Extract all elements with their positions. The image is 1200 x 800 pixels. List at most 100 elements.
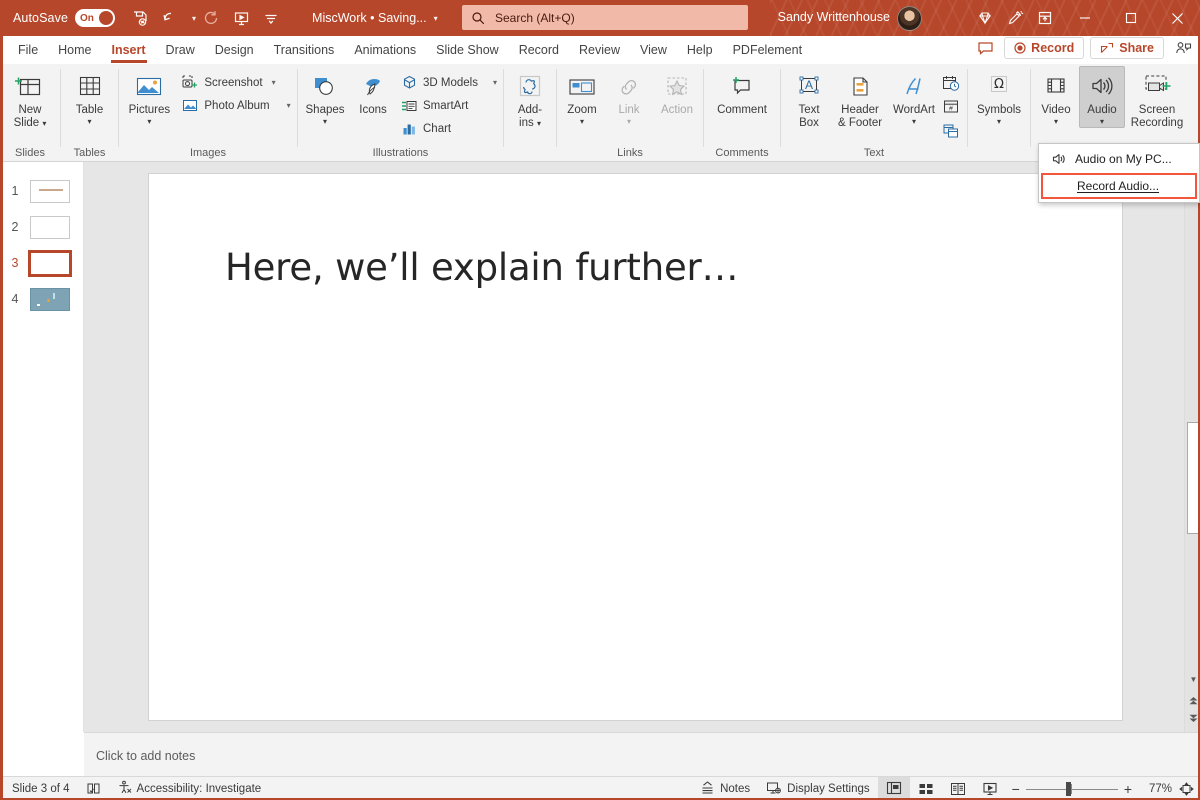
wordart-dropdown-caret[interactable]: ▾ <box>912 117 916 127</box>
shapes-button[interactable]: Shapes ▾ <box>300 66 350 128</box>
tab-file[interactable]: File <box>8 36 48 64</box>
icons-button[interactable]: Icons <box>350 66 396 118</box>
tab-insert[interactable]: Insert <box>102 36 156 64</box>
video-dropdown-caret[interactable]: ▾ <box>1054 117 1058 127</box>
display-settings-button[interactable]: Display Settings <box>758 777 877 800</box>
notes-pane[interactable]: Click to add notes <box>84 732 1200 776</box>
zoom-dropdown-caret[interactable]: ▾ <box>580 117 584 127</box>
zoom-slider-track <box>1025 788 1118 790</box>
screenshot-button[interactable]: Screenshot ▾ <box>177 71 294 94</box>
comment-button[interactable]: Comment <box>707 66 777 118</box>
new-slide-button[interactable]: New Slide ▾ <box>7 66 53 131</box>
tab-animations[interactable]: Animations <box>344 36 426 64</box>
slide-thumbnail-2[interactable]: 2 <box>0 210 84 244</box>
comment-icon[interactable] <box>972 37 998 59</box>
tab-review[interactable]: Review <box>569 36 630 64</box>
zoom-percent[interactable]: 77% <box>1138 783 1172 795</box>
video-button[interactable]: Video ▾ <box>1033 66 1079 128</box>
symbols-dropdown-caret[interactable]: ▾ <box>997 117 1001 127</box>
tab-help[interactable]: Help <box>677 36 723 64</box>
text-box-button[interactable]: A Text Box <box>786 66 832 131</box>
smartart-button[interactable]: SmartArt <box>396 94 501 117</box>
zoom-button[interactable]: Zoom ▾ <box>558 66 606 128</box>
add-ins-button[interactable]: Add- ins ▾ <box>507 66 553 131</box>
shapes-dropdown-caret[interactable]: ▾ <box>323 117 327 127</box>
slide-title-textbox[interactable]: Here, we’ll explain further… <box>225 246 1055 289</box>
menu-item-audio-on-my-pc[interactable]: Audio on My PC... <box>1039 146 1199 171</box>
close-button[interactable] <box>1154 0 1200 36</box>
screen-recording-button[interactable]: Screen Recording <box>1125 66 1189 131</box>
avatar[interactable] <box>897 6 922 31</box>
accessibility-status[interactable]: Accessibility: Investigate <box>109 777 270 800</box>
user-name[interactable]: Sandy Writtenhouse <box>778 10 890 24</box>
slide-show-view-button[interactable] <box>974 777 1006 800</box>
slide-number-icon[interactable]: # <box>940 96 962 118</box>
audio-button[interactable]: Audio ▾ <box>1079 66 1125 128</box>
tab-home[interactable]: Home <box>48 36 101 64</box>
photo-album-dropdown-caret[interactable]: ▾ <box>287 101 291 110</box>
share-person-icon[interactable] <box>1170 37 1196 59</box>
photo-album-button[interactable]: Photo Album ▾ <box>177 94 294 117</box>
add-ins-label-1: Add- <box>517 104 543 116</box>
tab-transitions[interactable]: Transitions <box>264 36 345 64</box>
normal-view-button[interactable] <box>877 777 910 800</box>
tab-view[interactable]: View <box>630 36 677 64</box>
zoom-icon <box>566 70 598 104</box>
zoom-slider-handle[interactable] <box>1065 782 1071 796</box>
slide-sorter-view-button[interactable] <box>910 777 942 800</box>
minimize-button[interactable] <box>1062 0 1108 36</box>
document-title[interactable]: MiscWork • Saving... <box>312 11 427 25</box>
chart-button[interactable]: Chart <box>396 117 501 140</box>
3d-models-dropdown-caret[interactable]: ▾ <box>493 78 497 87</box>
start-presentation-icon[interactable] <box>226 3 256 33</box>
slide-canvas[interactable]: Here, we’ll explain further… <box>148 173 1123 721</box>
pictures-dropdown-caret[interactable]: ▾ <box>147 117 151 127</box>
tab-design[interactable]: Design <box>205 36 264 64</box>
share-button[interactable]: Share <box>1090 37 1164 59</box>
slide-thumbnail-4[interactable]: 4 <box>0 282 84 316</box>
slide-thumbnail-1[interactable]: 1 <box>0 174 84 208</box>
autosave-toggle[interactable]: On <box>75 9 116 27</box>
zoom-slider[interactable] <box>1025 782 1118 796</box>
tab-pdfelement[interactable]: PDFelement <box>723 36 812 64</box>
spellcheck-icon[interactable] <box>78 777 109 800</box>
pictures-button[interactable]: Pictures ▾ <box>121 66 177 128</box>
reading-view-button[interactable] <box>942 777 974 800</box>
tab-record[interactable]: Record <box>509 36 569 64</box>
table-dropdown-caret[interactable]: ▾ <box>87 117 91 127</box>
table-button[interactable]: Table ▾ <box>67 66 113 128</box>
tab-draw[interactable]: Draw <box>156 36 205 64</box>
header-footer-button[interactable]: Header & Footer <box>832 66 888 131</box>
svg-text:#: # <box>949 105 953 112</box>
smartart-label: SmartArt <box>423 99 469 112</box>
customize-quick-access-icon[interactable] <box>256 3 286 33</box>
document-title-caret[interactable]: ▾ <box>434 14 438 23</box>
maximize-button[interactable] <box>1108 0 1154 36</box>
fit-to-window-icon[interactable] <box>1172 777 1200 800</box>
zoom-in-button[interactable]: + <box>1124 781 1132 797</box>
slide-thumbnail-3[interactable]: 3 <box>0 246 84 280</box>
slide-thumbnails-panel[interactable]: 1 2 3 4 <box>0 162 84 732</box>
search-input[interactable]: Search (Alt+Q) <box>462 5 748 30</box>
wordart-button[interactable]: WordArt ▾ <box>888 66 940 128</box>
ribbon-display-options-icon[interactable] <box>1030 3 1060 33</box>
slide-indicator[interactable]: Slide 3 of 4 <box>4 777 78 800</box>
symbols-button[interactable]: Ω Symbols ▾ <box>970 66 1028 128</box>
illustrations-small-buttons: 3D Models ▾ SmartArt Chart <box>396 66 501 140</box>
zoom-out-button[interactable]: − <box>1012 781 1020 797</box>
diamond-icon[interactable] <box>970 3 1000 33</box>
audio-dropdown-caret[interactable]: ▾ <box>1100 117 1104 127</box>
menu-item-record-audio[interactable]: Record Audio... <box>1041 173 1197 199</box>
date-time-icon[interactable] <box>940 72 962 94</box>
3d-models-button[interactable]: 3D Models ▾ <box>396 71 501 94</box>
screenshot-dropdown-caret[interactable]: ▾ <box>272 78 276 87</box>
object-icon[interactable] <box>940 120 962 142</box>
redo-icon[interactable] <box>196 3 226 33</box>
tab-slide-show[interactable]: Slide Show <box>426 36 509 64</box>
save-icon[interactable] <box>125 3 155 33</box>
slide-number-1: 1 <box>11 184 19 198</box>
record-button[interactable]: Record <box>1004 37 1085 59</box>
designer-pen-icon[interactable] <box>1000 3 1030 33</box>
undo-icon[interactable] <box>155 3 185 33</box>
notes-button[interactable]: Notes <box>692 777 758 800</box>
